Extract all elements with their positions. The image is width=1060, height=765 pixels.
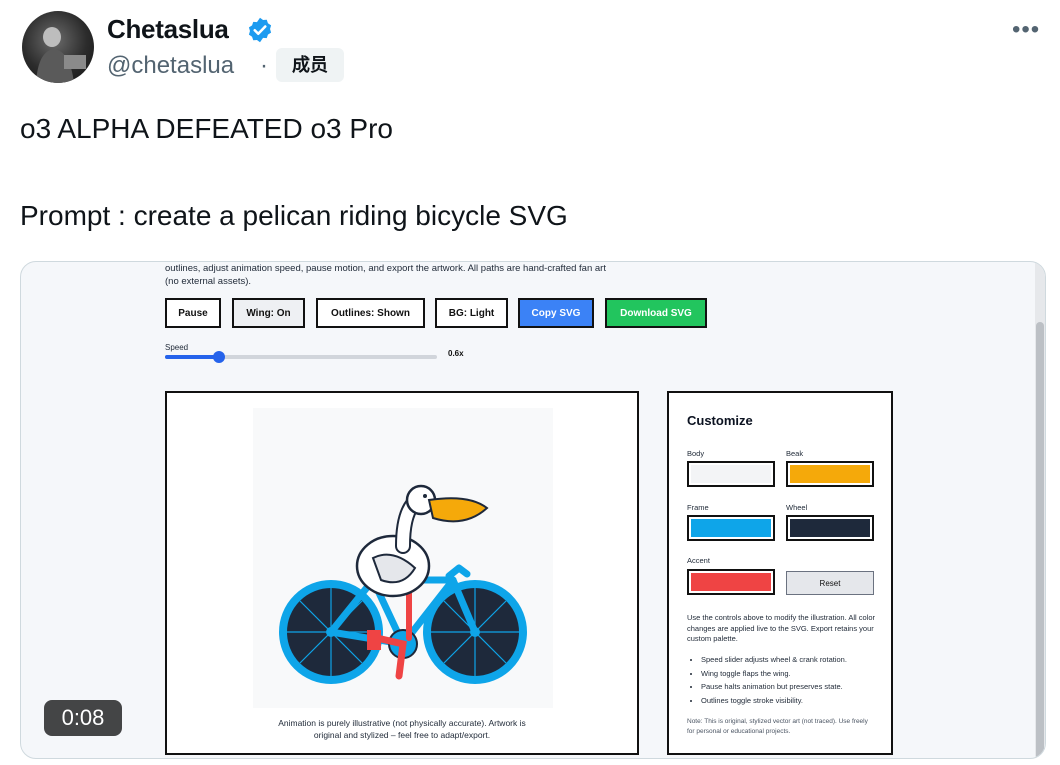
usage-note: Note: This is original, stylized vector … — [687, 718, 868, 735]
video-player[interactable]: outlines, adjust animation speed, pause … — [20, 261, 1046, 759]
more-options-icon[interactable]: ••• — [1012, 16, 1040, 44]
list-item: Speed slider adjusts wheel & crank rotat… — [701, 653, 891, 667]
wing-toggle-button[interactable]: Wing: On — [232, 298, 305, 328]
accent-color-swatch — [691, 573, 771, 591]
feature-list: Speed slider adjusts wheel & crank rotat… — [687, 653, 891, 707]
speed-slider[interactable] — [165, 351, 437, 363]
accent-color-picker[interactable] — [687, 569, 775, 595]
list-item: Wing toggle flaps the wing. — [701, 667, 891, 681]
accent-color-label: Accent — [687, 556, 710, 565]
pelican-bicycle-illustration — [279, 484, 527, 684]
list-item: Pause halts animation but preserves stat… — [701, 680, 891, 694]
customize-description: Use the controls above to modify the ill… — [687, 613, 876, 643]
speed-value: 0.6x — [448, 349, 464, 358]
body-color-picker[interactable] — [687, 461, 775, 487]
artwork-panel: Animation is purely illustrative (not ph… — [165, 391, 639, 755]
scrollbar[interactable] — [1035, 262, 1045, 758]
beak-color-swatch — [790, 465, 870, 483]
scrollbar-thumb[interactable] — [1036, 322, 1044, 758]
artwork-canvas — [253, 408, 553, 708]
speed-slider-fill — [165, 355, 220, 359]
frame-color-swatch — [691, 519, 771, 537]
wheel-color-swatch — [790, 519, 870, 537]
beak-color-label: Beak — [786, 449, 804, 458]
pedal — [367, 630, 381, 650]
speed-label: Speed — [165, 343, 189, 352]
outlines-toggle-button[interactable]: Outlines: Shown — [316, 298, 425, 328]
wheel-color-label: Wheel — [786, 503, 808, 512]
frame-color-label: Frame — [687, 503, 709, 512]
body-color-label: Body — [687, 449, 705, 458]
avatar[interactable] — [22, 11, 94, 83]
member-badge[interactable]: 成员 — [276, 48, 344, 82]
artwork-caption: Animation is purely illustrative (not ph… — [278, 718, 526, 740]
download-svg-button[interactable]: Download SVG — [605, 298, 707, 328]
bg-toggle-button[interactable]: BG: Light — [435, 298, 508, 328]
reset-button[interactable]: Reset — [786, 571, 874, 595]
tweet-text-line-2: Prompt : create a pelican riding bicycle… — [20, 200, 568, 231]
beak-color-picker[interactable] — [786, 461, 874, 487]
speed-slider-handle[interactable] — [213, 351, 226, 363]
author-name[interactable]: Chetaslua — [107, 14, 229, 45]
customize-panel: Customize Body Beak Frame Wheel Accent R… — [667, 391, 893, 755]
wheel-color-picker[interactable] — [786, 515, 874, 541]
customize-title: Customize — [687, 413, 753, 428]
separator-dot: · — [260, 52, 268, 79]
intro-text: outlines, adjust animation speed, pause … — [165, 263, 606, 287]
tweet-text-line-1: o3 ALPHA DEFEATED o3 Pro — [20, 113, 393, 144]
copy-svg-button[interactable]: Copy SVG — [518, 298, 594, 328]
pause-button[interactable]: Pause — [165, 298, 221, 328]
author-handle[interactable]: @chetaslua — [107, 52, 234, 80]
list-item: Outlines toggle stroke visibility. — [701, 694, 891, 708]
video-timestamp: 0:08 — [44, 700, 122, 736]
frame-color-picker[interactable] — [687, 515, 775, 541]
body-color-swatch — [691, 465, 771, 483]
verified-badge-icon — [248, 17, 272, 43]
